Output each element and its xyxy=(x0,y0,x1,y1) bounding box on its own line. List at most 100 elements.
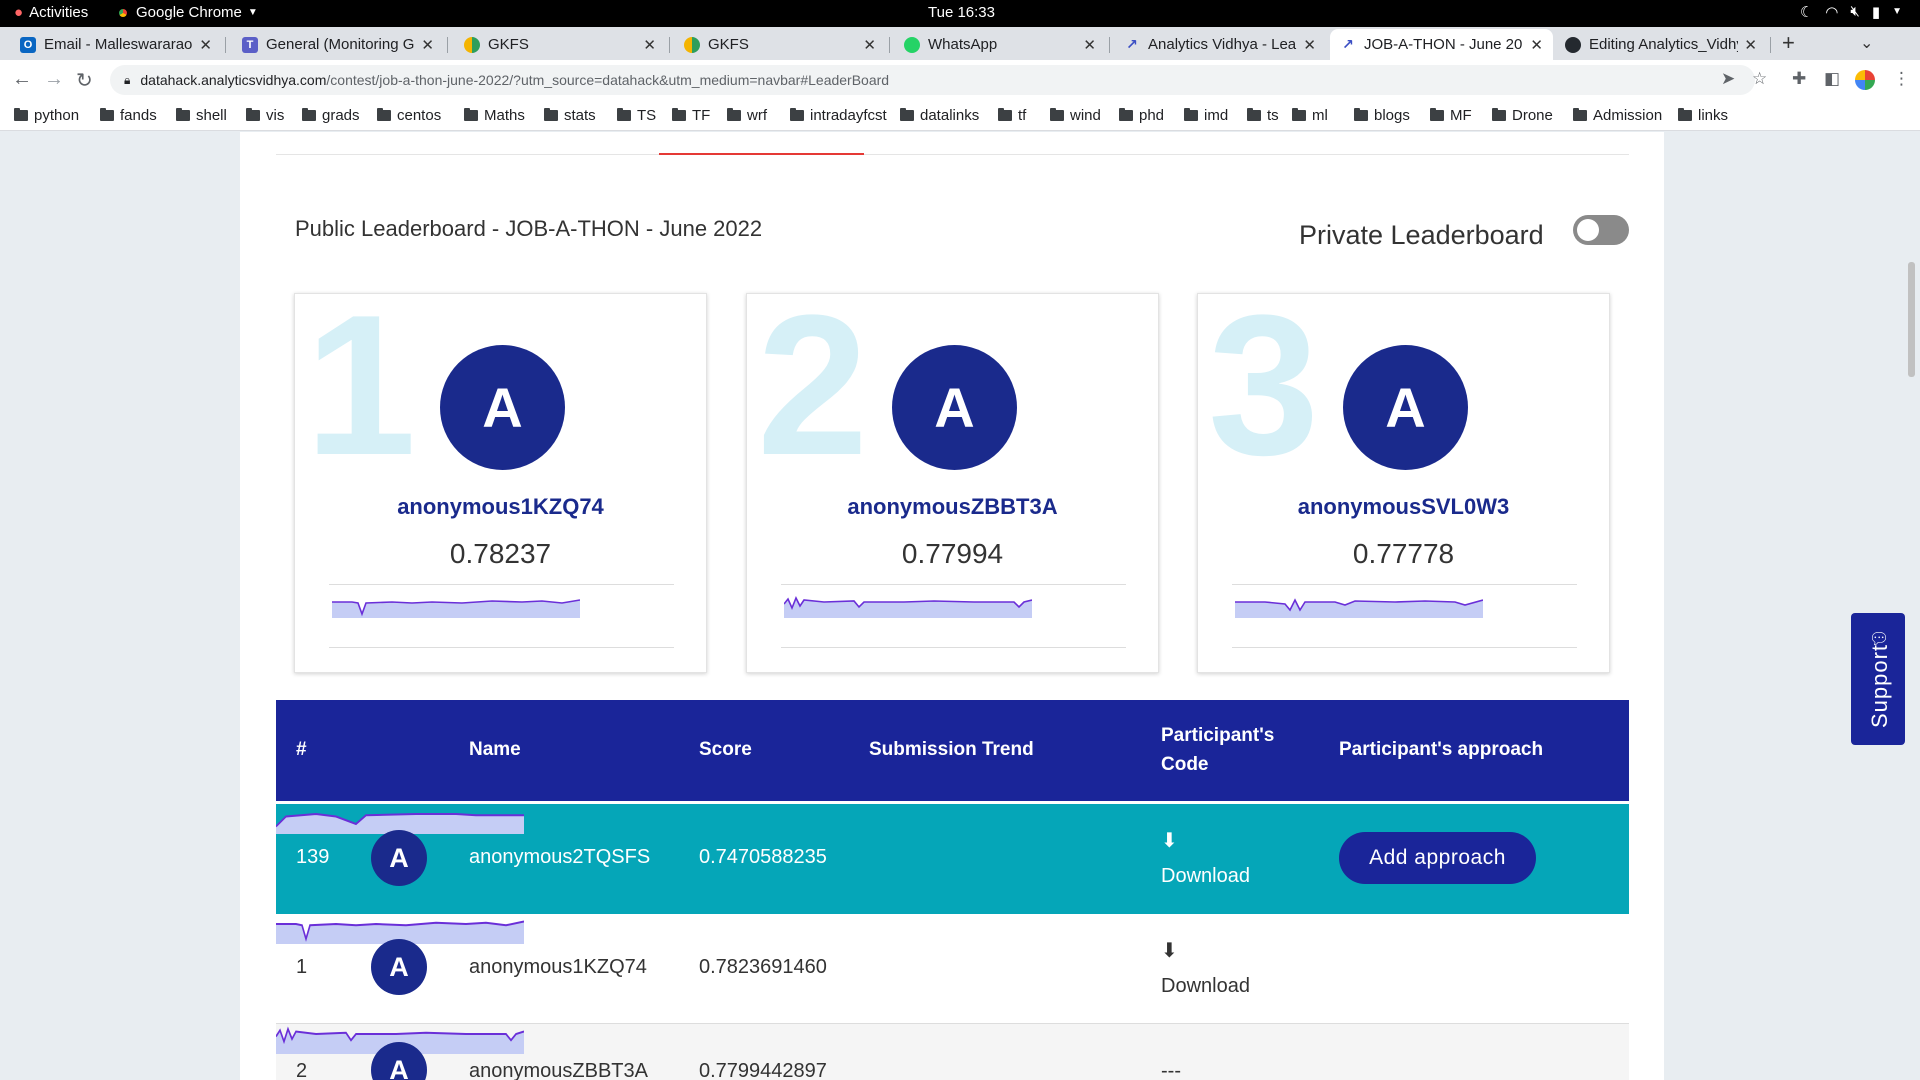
bookmark-folder[interactable]: phd xyxy=(1119,107,1164,124)
bookmark-label: wrf xyxy=(747,107,767,124)
close-icon[interactable]: ✕ xyxy=(1083,36,1096,54)
bookmark-folder[interactable]: wind xyxy=(1050,107,1101,124)
tab-gkfs-1[interactable]: GKFS ✕ xyxy=(454,29,666,60)
bookmark-folder[interactable]: shell xyxy=(176,107,227,124)
toggle-knob xyxy=(1577,219,1599,241)
profile-avatar[interactable] xyxy=(1855,70,1875,90)
download-link[interactable]: Download xyxy=(1161,865,1250,888)
tab-teams[interactable]: T General (Monitoring GK ✕ xyxy=(232,29,444,60)
header-participant-code-line2: Code xyxy=(1161,754,1209,775)
submission-trend-sparkline xyxy=(332,599,580,618)
bookmark-folder[interactable]: stats xyxy=(544,107,596,124)
tab-whatsapp[interactable]: WhatsApp ✕ xyxy=(894,29,1106,60)
rank-watermark: 2 xyxy=(757,274,869,497)
send-icon[interactable]: ➤ xyxy=(1721,69,1735,89)
new-tab-icon[interactable]: + xyxy=(1782,30,1795,56)
folder-icon xyxy=(998,108,1012,121)
avatar: A xyxy=(371,939,427,995)
bookmark-folder[interactable]: ts xyxy=(1247,107,1279,124)
bookmark-label: stats xyxy=(564,107,596,124)
lock-icon: 🔒︎ xyxy=(124,72,131,87)
bookmark-label: centos xyxy=(397,107,442,124)
tab-analytics-vidhya[interactable]: ↗ Analytics Vidhya - Learn ✕ xyxy=(1114,29,1326,60)
row-name[interactable]: anonymous2TQSFS xyxy=(469,846,650,869)
download-icon[interactable]: ⬇ xyxy=(1161,828,1178,853)
bookmark-folder[interactable]: links xyxy=(1678,107,1728,124)
participant-name[interactable]: anonymous1KZQ74 xyxy=(295,494,706,520)
bookmark-folder[interactable]: imd xyxy=(1184,107,1228,124)
close-icon[interactable]: ✕ xyxy=(199,36,212,54)
folder-icon xyxy=(100,108,114,121)
bookmark-folder[interactable]: grads xyxy=(302,107,360,124)
browser-toolbar: ← → ↻ 🔒︎ datahack.analyticsvidhya.com/co… xyxy=(0,60,1920,100)
close-icon[interactable]: ✕ xyxy=(1530,36,1543,54)
extensions-icon[interactable]: ✚ xyxy=(1792,69,1806,89)
caret-down-icon: ▼ xyxy=(247,7,258,18)
participant-name[interactable]: anonymousZBBT3A xyxy=(747,494,1158,520)
bookmark-folder[interactable]: blogs xyxy=(1354,107,1410,124)
close-icon[interactable]: ✕ xyxy=(1744,36,1757,54)
bookmark-folder[interactable]: centos xyxy=(377,107,441,124)
bookmark-label: links xyxy=(1698,107,1729,124)
tab-title: Analytics Vidhya - Learn xyxy=(1148,36,1298,53)
app-menu[interactable]: Google Chrome ▼ xyxy=(116,4,258,21)
address-bar[interactable]: 🔒︎ datahack.analyticsvidhya.com/contest/… xyxy=(110,65,1755,95)
bookmark-label: TS xyxy=(637,107,657,124)
bookmark-folder[interactable]: datalinks xyxy=(900,107,979,124)
github-icon xyxy=(1565,36,1581,53)
close-icon[interactable]: ✕ xyxy=(1303,36,1316,54)
support-button[interactable]: 💬︎ Support xyxy=(1851,613,1905,745)
tab-job-a-thon[interactable]: ↗ JOB-A-THON - June 20 ✕ xyxy=(1330,29,1553,60)
tab-search-icon[interactable]: ⌄ xyxy=(1860,33,1873,53)
page-scrollbar-thumb[interactable] xyxy=(1908,262,1915,377)
bookmark-folder[interactable]: Admission xyxy=(1573,107,1662,124)
bookmark-folder[interactable]: ml xyxy=(1292,107,1328,124)
row-name[interactable]: anonymous1KZQ74 xyxy=(469,956,647,979)
row-rank: 2 xyxy=(296,1060,308,1080)
close-icon[interactable]: ✕ xyxy=(421,36,434,54)
header-participant-code: Participant's xyxy=(1161,725,1275,746)
activities-button[interactable]: ● Activities xyxy=(14,4,88,21)
back-icon[interactable]: ← xyxy=(12,68,32,91)
bookmark-label: datalinks xyxy=(920,107,980,124)
bookmark-folder[interactable]: TS xyxy=(617,107,656,124)
menu-kebab-icon[interactable]: ⋮ xyxy=(1893,69,1910,89)
bookmark-star-icon[interactable]: ☆ xyxy=(1752,69,1767,89)
bookmark-label: blogs xyxy=(1374,107,1410,124)
system-tray[interactable]: ☾ ◠ 🔇︎ ▮ ▼ xyxy=(1800,3,1902,21)
download-icon[interactable]: ⬇ xyxy=(1161,938,1178,963)
tab-separator xyxy=(889,37,890,53)
bookmark-folder[interactable]: vis xyxy=(246,107,284,124)
bookmark-folder[interactable]: TF xyxy=(672,107,710,124)
bookmark-folder[interactable]: fands xyxy=(100,107,157,124)
tab-email[interactable]: O Email - Malleswararao M ✕ xyxy=(10,29,222,60)
rank-watermark: 1 xyxy=(305,274,417,497)
reload-icon[interactable]: ↻ xyxy=(76,68,93,93)
bookmark-folder[interactable]: MF xyxy=(1430,107,1472,124)
bookmark-folder[interactable]: python xyxy=(14,107,79,124)
bookmark-folder[interactable]: wrf xyxy=(727,107,767,124)
bookmark-folder[interactable]: Drone xyxy=(1492,107,1553,124)
close-icon[interactable]: ✕ xyxy=(643,36,656,54)
bookmarks-bar: python fands shell vis grads centos Math… xyxy=(0,100,1920,131)
side-panel-icon[interactable]: ◧ xyxy=(1824,69,1840,89)
clock[interactable]: Tue 16:33 xyxy=(928,4,995,21)
bookmark-folder[interactable]: intradayfcst xyxy=(790,107,887,124)
row-name[interactable]: anonymousZBBT3A xyxy=(469,1060,648,1080)
private-leaderboard-toggle[interactable] xyxy=(1573,215,1629,245)
divider xyxy=(781,647,1126,648)
add-approach-button[interactable]: Add approach xyxy=(1339,832,1536,884)
bookmark-folder[interactable]: tf xyxy=(998,107,1026,124)
close-icon[interactable]: ✕ xyxy=(863,36,876,54)
wifi-icon: ◠ xyxy=(1825,4,1839,21)
bookmark-label: phd xyxy=(1139,107,1165,124)
folder-icon xyxy=(1678,108,1692,121)
forward-icon[interactable]: → xyxy=(44,68,64,91)
participant-name[interactable]: anonymousSVL0W3 xyxy=(1198,494,1609,520)
bookmark-folder[interactable]: Maths xyxy=(464,107,525,124)
tab-gkfs-2[interactable]: GKFS ✕ xyxy=(674,29,886,60)
row-rank: 1 xyxy=(296,956,308,978)
download-link[interactable]: Download xyxy=(1161,975,1250,998)
tab-github-editing[interactable]: Editing Analytics_Vidhya ✕ xyxy=(1555,29,1767,60)
avatar: A xyxy=(892,345,1017,470)
